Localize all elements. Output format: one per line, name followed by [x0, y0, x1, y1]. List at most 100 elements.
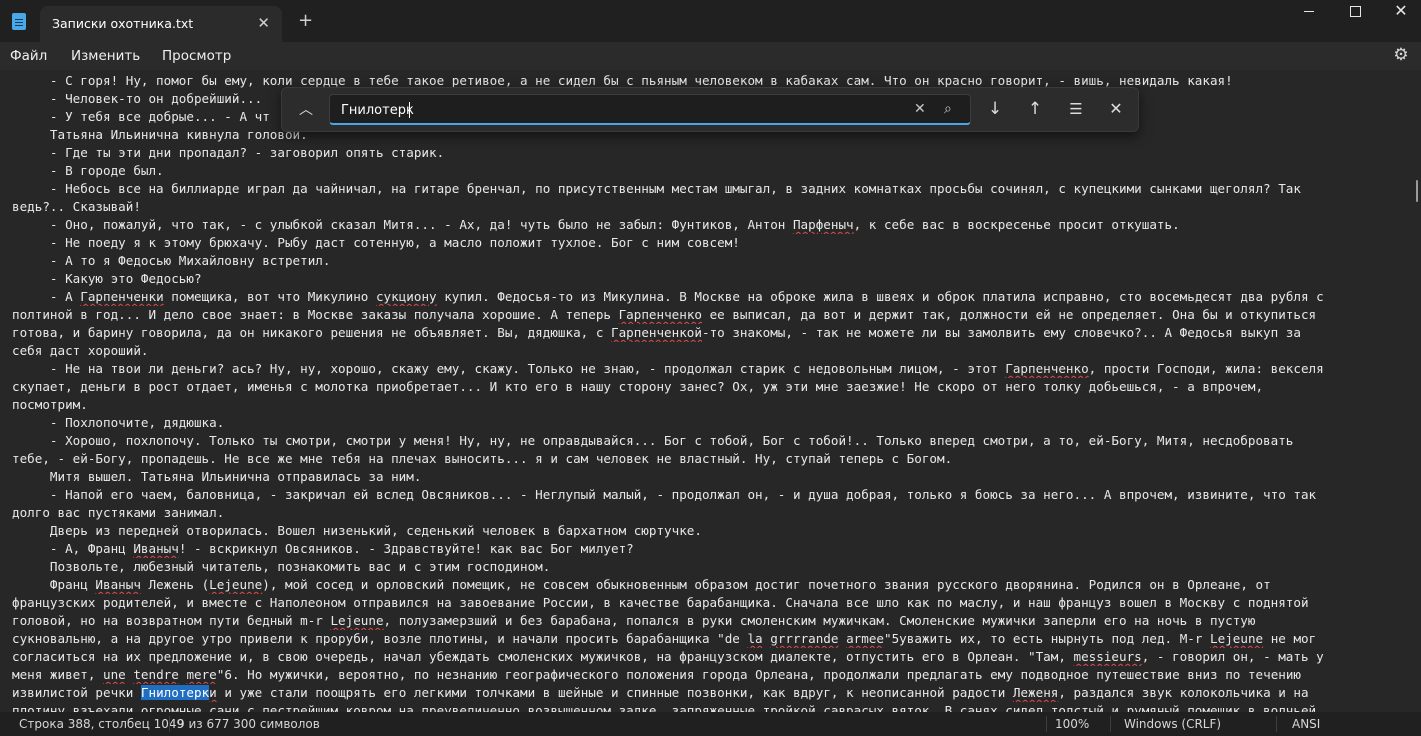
- text-line[interactable]: - Небось все на биллиарде играл да чайни…: [12, 180, 1412, 198]
- text-line[interactable]: Митя вышел. Татьяна Ильинична отправилас…: [12, 468, 1412, 486]
- text-segment: - Человек-то он добрейший...: [12, 91, 263, 106]
- close-icon[interactable]: ✕: [1104, 97, 1128, 121]
- text-editor[interactable]: - С горя! Ну, помог бы ему, коли сердце …: [0, 70, 1421, 712]
- find-input[interactable]: [341, 100, 901, 120]
- chevron-up-icon[interactable]: ︿: [295, 99, 317, 121]
- text-segment: -то знакомы, - так не можете ли вы замол…: [701, 325, 1301, 340]
- text-line[interactable]: - Какую это Федосью?: [12, 270, 1412, 288]
- text-segment: помещика, вот что Микулино: [163, 289, 376, 304]
- text-line[interactable]: согласиться на их предложение и, в свою …: [12, 648, 1412, 666]
- text-line[interactable]: Позвольте, любезный читатель, познакомит…: [12, 558, 1412, 576]
- spellcheck-word: messieurs: [1073, 649, 1142, 664]
- text-line[interactable]: тебе, - ей-Богу, пропадешь. Не все же мн…: [12, 450, 1412, 468]
- menu-file[interactable]: Файл: [10, 48, 47, 64]
- text-line[interactable]: - Хорошо, похлопочу. Только ты смотри, с…: [12, 432, 1412, 450]
- menu-edit[interactable]: Изменить: [71, 48, 140, 64]
- tab-document[interactable]: Записки охотника.txt ✕: [40, 6, 282, 42]
- text-segment: и уже стали поощрять его легкими толчкам…: [216, 685, 1013, 700]
- close-icon[interactable]: ✕: [914, 100, 926, 118]
- text-segment: - С горя! Ну, помог бы ему, коли сердце …: [12, 73, 1233, 88]
- text-line[interactable]: сукновальню, а на другое утро привели к …: [12, 630, 1412, 648]
- text-segment: согласиться на их предложение и, в свою …: [12, 649, 1074, 664]
- title-bar: Записки охотника.txt ✕ + ✕: [0, 0, 1421, 42]
- arrow-up-icon[interactable]: ↑: [1023, 97, 1047, 121]
- text-line[interactable]: себя даст хороший.: [12, 342, 1412, 360]
- text-line[interactable]: посмотрим.: [12, 396, 1412, 414]
- spellcheck-word: Гарпенченкой: [610, 325, 702, 340]
- text-segment: плотину взъехали огромные сани с пестрей…: [12, 703, 1317, 712]
- text-line[interactable]: французских родителей, и вместе с Наполе…: [12, 594, 1412, 612]
- text-segment: сукновальню, а на другое утро привели к …: [12, 631, 748, 646]
- text-segment: полтиной в год... И дело свое знает: в М…: [12, 307, 619, 322]
- text-segment: головой, но на возвратном пути бедный m-…: [12, 613, 331, 628]
- find-input-box[interactable]: ✕ ⌕: [329, 94, 971, 125]
- vertical-scrollbar-thumb[interactable]: [1416, 180, 1418, 202]
- spellcheck-word: armee: [846, 631, 884, 646]
- tab-close-icon[interactable]: ✕: [257, 14, 270, 32]
- status-divider: [1276, 716, 1277, 732]
- zoom-level[interactable]: 100%: [1055, 717, 1089, 731]
- text-segment: - Небось все на биллиарде играл да чайни…: [12, 181, 1301, 196]
- text-segment: - Не на твои ли деньги? ась? Ну, ну, хор…: [12, 361, 1006, 376]
- text-segment: - А: [12, 289, 81, 304]
- arrow-down-icon[interactable]: ↓: [983, 97, 1007, 121]
- text-line[interactable]: - Похлопочите, дядюшка.: [12, 414, 1412, 432]
- document-text[interactable]: - С горя! Ну, помог бы ему, коли сердце …: [12, 72, 1412, 712]
- text-line[interactable]: Дверь из передней отворилась. Вошел низе…: [12, 522, 1412, 540]
- window-close-button[interactable]: ✕: [1378, 0, 1421, 24]
- sliders-icon[interactable]: ☰: [1064, 97, 1088, 121]
- text-line[interactable]: - Где ты эти дни пропадал? - заговорил о…: [12, 144, 1412, 162]
- text-line[interactable]: - А, Франц Иваныч! - вскрикнул Овсяников…: [12, 540, 1412, 558]
- text-segment: "5уважить их, то есть нырнуть под лед. M…: [884, 631, 1211, 646]
- encoding[interactable]: ANSI: [1292, 717, 1320, 731]
- text-segment: , - говорил он, - мать у: [1141, 649, 1324, 664]
- text-segment: готова, и барину говорила, да он никаког…: [12, 325, 611, 340]
- text-line[interactable]: полтиной в год... И дело свое знает: в М…: [12, 306, 1412, 324]
- text-segment: извилистой речки: [12, 685, 141, 700]
- text-line[interactable]: - Не на твои ли деньги? ась? Ну, ну, хор…: [12, 360, 1412, 378]
- text-segment: - Какую это Федосью?: [12, 271, 202, 286]
- text-segment: - В городе был.: [12, 163, 164, 178]
- search-match-highlight: Гнилотерк: [140, 685, 210, 700]
- text-line[interactable]: - Не поеду я к этому брюхачу. Рыбу даст …: [12, 234, 1412, 252]
- text-segment: скупает, деньги в рост отдает, именья с …: [12, 379, 1264, 394]
- text-line[interactable]: - Оно, пожалуй, что так, - с улыбкой ска…: [12, 216, 1412, 234]
- line-ending[interactable]: Windows (CRLF): [1124, 717, 1221, 731]
- spellcheck-word: la: [747, 631, 763, 646]
- text-line[interactable]: ведь?.. Сказывай!: [12, 198, 1412, 216]
- text-segment: - Не поеду я к этому брюхачу. Рыбу даст …: [12, 235, 740, 250]
- text-segment: - Похлопочите, дядюшка.: [12, 415, 225, 430]
- character-count: 9 из 677 300 символов: [177, 717, 320, 731]
- maximize-button[interactable]: [1332, 0, 1378, 24]
- text-segment: посмотрим.: [12, 397, 88, 412]
- text-line[interactable]: меня живет, une tendre mere"6. Но мужичк…: [12, 666, 1412, 684]
- find-bar: ︿ ✕ ⌕ ↓ ↑ ☰ ✕: [281, 87, 1139, 132]
- new-tab-button[interactable]: +: [298, 11, 313, 31]
- search-icon[interactable]: ⌕: [944, 100, 952, 118]
- spellcheck-word: Иваныч: [95, 577, 141, 592]
- menu-view[interactable]: Просмотр: [162, 48, 231, 64]
- text-line[interactable]: Франц Иваныч Лежень (Lejeune), мой сосед…: [12, 576, 1412, 594]
- text-line[interactable]: долго вас пустяками занимал.: [12, 504, 1412, 522]
- text-segment: - Оно, пожалуй, что так, - с улыбкой ска…: [12, 217, 793, 232]
- text-line[interactable]: - А Гарпенченки помещика, вот что Микули…: [12, 288, 1412, 306]
- status-bar: Строка 388, столбец 1049 9 из 677 300 си…: [0, 712, 1421, 736]
- text-line[interactable]: готова, и барину говорила, да он никаког…: [12, 324, 1412, 342]
- gear-icon[interactable]: ⚙: [1392, 46, 1410, 64]
- minimize-button[interactable]: [1286, 0, 1332, 24]
- spellcheck-word: Гарпенченки: [80, 289, 164, 304]
- status-divider: [169, 716, 170, 732]
- text-line[interactable]: - Напой его чаем, баловница, - закричал …: [12, 486, 1412, 504]
- spellcheck-word: и: [209, 685, 217, 700]
- text-segment: , полузамерзший и без барабана, попался …: [383, 613, 1256, 628]
- text-line[interactable]: - В городе был.: [12, 162, 1412, 180]
- spellcheck-word: grrrrande: [770, 631, 839, 646]
- text-line[interactable]: - А то я Федосью Михайловну встретил.: [12, 252, 1412, 270]
- text-segment: Лежень (: [140, 577, 210, 592]
- text-line[interactable]: скупает, деньги в рост отдает, именья с …: [12, 378, 1412, 396]
- tab-title: Записки охотника.txt: [52, 16, 194, 31]
- text-line[interactable]: головой, но на возвратном пути бедный m-…: [12, 612, 1412, 630]
- text-line[interactable]: плотину взъехали огромные сани с пестрей…: [12, 702, 1412, 712]
- text-line[interactable]: извилистой речки Гнилотерки и уже стали …: [12, 684, 1412, 702]
- text-segment: купил. Федосья-то из Микулина. В Москве …: [436, 289, 1324, 304]
